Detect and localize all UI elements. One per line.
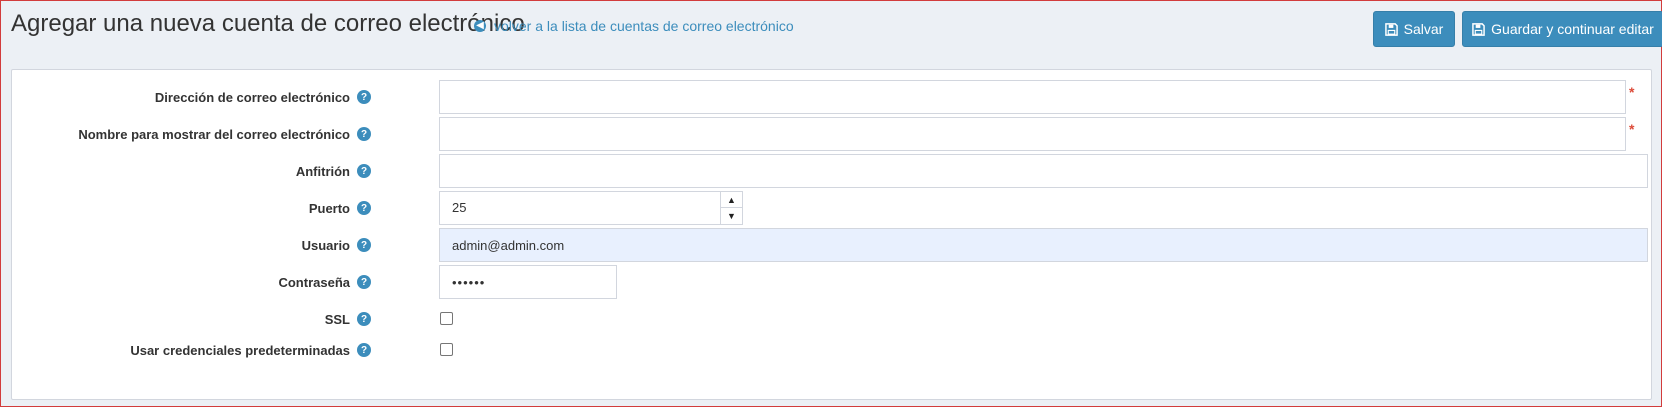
username-label: Usuario xyxy=(301,237,350,253)
decrement-arrow-icon[interactable]: ▼ xyxy=(721,208,742,224)
form-row-password: Contraseña ? xyxy=(12,265,1651,299)
default-credentials-checkbox[interactable] xyxy=(440,343,453,356)
email-label: Dirección de correo electrónico xyxy=(154,89,350,105)
form-row-display-name: Nombre para mostrar del correo electróni… xyxy=(12,117,1651,151)
increment-arrow-icon[interactable]: ▲ xyxy=(721,192,742,208)
ssl-label: SSL xyxy=(324,311,350,327)
help-icon[interactable]: ? xyxy=(357,343,371,357)
help-icon[interactable]: ? xyxy=(357,90,371,104)
ssl-checkbox[interactable] xyxy=(440,312,453,325)
save-and-continue-button[interactable]: Guardar y continuar editar xyxy=(1462,11,1662,47)
email-label-group: Dirección de correo electrónico ? xyxy=(155,80,371,114)
password-label-group: Contraseña ? xyxy=(278,265,371,299)
port-label-group: Puerto ? xyxy=(309,191,371,225)
floppy-disk-icon xyxy=(1472,22,1485,36)
required-marker: * xyxy=(1629,84,1635,100)
port-label: Puerto xyxy=(308,200,350,216)
form-row-default-credentials: Usar credenciales predeterminadas ? xyxy=(12,333,1651,367)
form-row-email: Dirección de correo electrónico ? * xyxy=(12,80,1651,114)
floppy-disk-icon xyxy=(1384,22,1398,36)
default-credentials-label-group: Usar credenciales predeterminadas ? xyxy=(130,333,371,367)
help-icon[interactable]: ? xyxy=(357,164,371,178)
back-to-list-label: volver a la lista de cuentas de correo e… xyxy=(494,18,794,34)
page-title: Agregar una nueva cuenta de correo elect… xyxy=(11,10,525,37)
form-row-ssl: SSL ? xyxy=(12,302,1651,336)
email-account-form: Dirección de correo electrónico ? * Nomb… xyxy=(11,69,1652,400)
username-label-group: Usuario ? xyxy=(302,228,371,262)
display-name-label: Nombre para mostrar del correo electróni… xyxy=(78,126,350,142)
help-icon[interactable]: ? xyxy=(357,312,371,326)
port-stepper[interactable]: 25 ▲ ▼ xyxy=(439,191,743,225)
form-row-host: Anfitrión ? xyxy=(12,154,1651,188)
required-marker: * xyxy=(1629,121,1635,137)
username-field[interactable] xyxy=(439,228,1648,262)
password-label: Contraseña xyxy=(278,274,350,290)
help-icon[interactable]: ? xyxy=(357,238,371,252)
page-header: Agregar una nueva cuenta de correo elect… xyxy=(10,0,1662,56)
help-icon[interactable]: ? xyxy=(357,275,371,289)
host-field[interactable] xyxy=(439,154,1648,188)
arrow-circle-left-icon: ◀ xyxy=(474,20,486,32)
back-to-list-link[interactable]: ◀ volver a la lista de cuentas de correo… xyxy=(474,18,794,34)
help-icon[interactable]: ? xyxy=(357,127,371,141)
email-field[interactable] xyxy=(439,80,1626,114)
help-icon[interactable]: ? xyxy=(357,201,371,215)
display-name-field[interactable] xyxy=(439,117,1626,151)
display-name-label-group: Nombre para mostrar del correo electróni… xyxy=(78,117,371,151)
host-label: Anfitrión xyxy=(295,163,350,179)
password-field[interactable] xyxy=(439,265,617,299)
form-row-port: Puerto ? 25 ▲ ▼ xyxy=(12,191,1651,225)
save-button[interactable]: Salvar xyxy=(1373,11,1455,47)
form-row-username: Usuario ? xyxy=(12,228,1651,262)
save-and-continue-label: Guardar y continuar editar xyxy=(1491,21,1654,37)
port-value[interactable]: 25 xyxy=(452,192,466,224)
default-credentials-label: Usar credenciales predeterminadas xyxy=(130,342,350,358)
save-button-label: Salvar xyxy=(1403,21,1444,37)
port-stepper-arrows: ▲ ▼ xyxy=(720,192,742,224)
host-label-group: Anfitrión ? xyxy=(296,154,371,188)
ssl-label-group: SSL ? xyxy=(325,302,371,336)
